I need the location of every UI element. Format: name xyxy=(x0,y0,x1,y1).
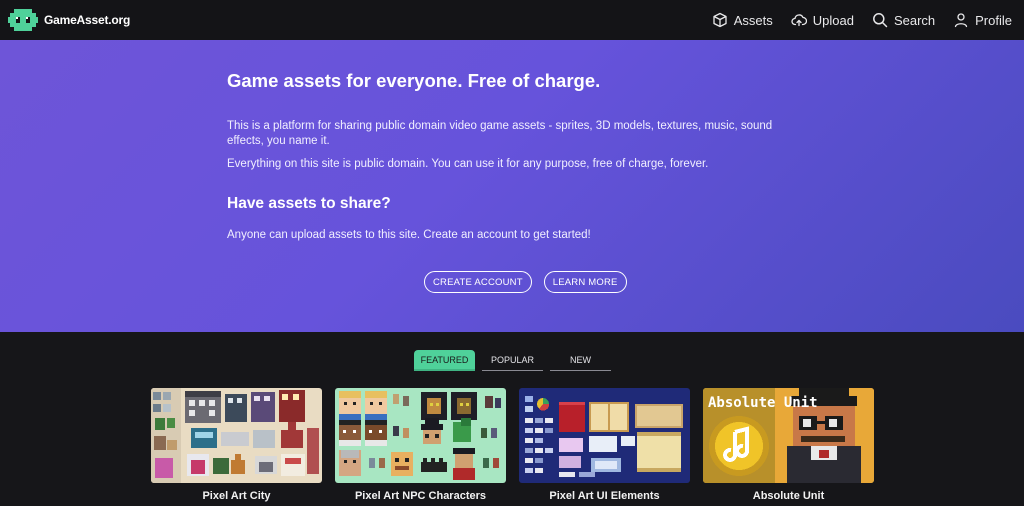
nav-link-assets-label: Assets xyxy=(733,12,773,28)
nav-link-search-label: Search xyxy=(893,12,936,28)
cube-icon xyxy=(713,12,727,28)
card-title: Pixel Art NPC Characters xyxy=(354,490,487,502)
hero-description: This is a platform for sharing public do… xyxy=(227,120,773,147)
pixel-art-ui-elements-thumbnail xyxy=(519,388,690,483)
asset-tabs: FEATURED POPULAR NEW xyxy=(414,350,611,371)
tab-featured[interactable]: FEATURED xyxy=(414,350,475,371)
nav-link-profile-label: Profile xyxy=(975,12,1012,28)
pixel-art-npc-characters-thumbnail xyxy=(335,388,506,483)
create-account-button[interactable]: CREATE ACCOUNT xyxy=(424,271,532,293)
nav-link-upload-label: Upload xyxy=(812,12,854,28)
hero-license-text: Everything on this site is public domain… xyxy=(227,158,709,170)
asset-card-absolute-unit[interactable]: Absolute Unit Absolute Unit xyxy=(703,388,874,502)
nav-link-assets[interactable]: Assets xyxy=(712,12,773,28)
pixel-art-city-thumbnail xyxy=(151,388,322,483)
nav-link-upload[interactable]: Upload xyxy=(791,12,854,28)
tab-popular[interactable]: POPULAR xyxy=(482,350,543,371)
hero-title: Game assets for everyone. Free of charge… xyxy=(227,70,601,91)
card-title: Pixel Art City xyxy=(202,490,271,502)
tab-new[interactable]: NEW xyxy=(550,350,611,371)
cloud-upload-icon xyxy=(791,14,807,27)
hero-upload-text: Anyone can upload assets to this site. C… xyxy=(227,229,591,241)
card-title: Absolute Unit xyxy=(752,490,825,502)
nav-link-profile[interactable]: Profile xyxy=(953,12,1012,28)
nav-links: Assets Upload Search Profile xyxy=(712,12,1012,28)
absolute-unit-thumbnail-text: Absolute Unit xyxy=(708,395,818,411)
asset-card-pixel-art-npc-characters[interactable]: Pixel Art NPC Characters xyxy=(335,388,506,502)
asset-cards: Pixel Art City Pixel Art NPC Characters … xyxy=(151,388,874,502)
search-icon xyxy=(872,13,888,28)
brand-name: GameAsset.org xyxy=(44,13,131,27)
brand-link[interactable]: GameAsset.org xyxy=(8,7,130,33)
user-icon xyxy=(954,13,968,28)
brand-logo-icon xyxy=(8,9,38,31)
learn-more-button[interactable]: LEARN MORE xyxy=(543,271,627,293)
card-title: Pixel Art UI Elements xyxy=(549,490,660,502)
absolute-unit-thumbnail: Absolute Unit xyxy=(703,388,874,483)
asset-card-pixel-art-ui-elements[interactable]: Pixel Art UI Elements xyxy=(519,388,690,502)
top-navbar: GameAsset.org Assets Upload Search Profi… xyxy=(0,0,1024,40)
nav-link-search[interactable]: Search xyxy=(872,12,935,28)
hero-buttons: CREATE ACCOUNT LEARN MORE xyxy=(424,271,627,293)
asset-card-pixel-art-city[interactable]: Pixel Art City xyxy=(151,388,322,502)
hero-section: Game assets for everyone. Free of charge… xyxy=(0,40,1024,332)
hero-subtitle: Have assets to share? xyxy=(227,195,391,212)
